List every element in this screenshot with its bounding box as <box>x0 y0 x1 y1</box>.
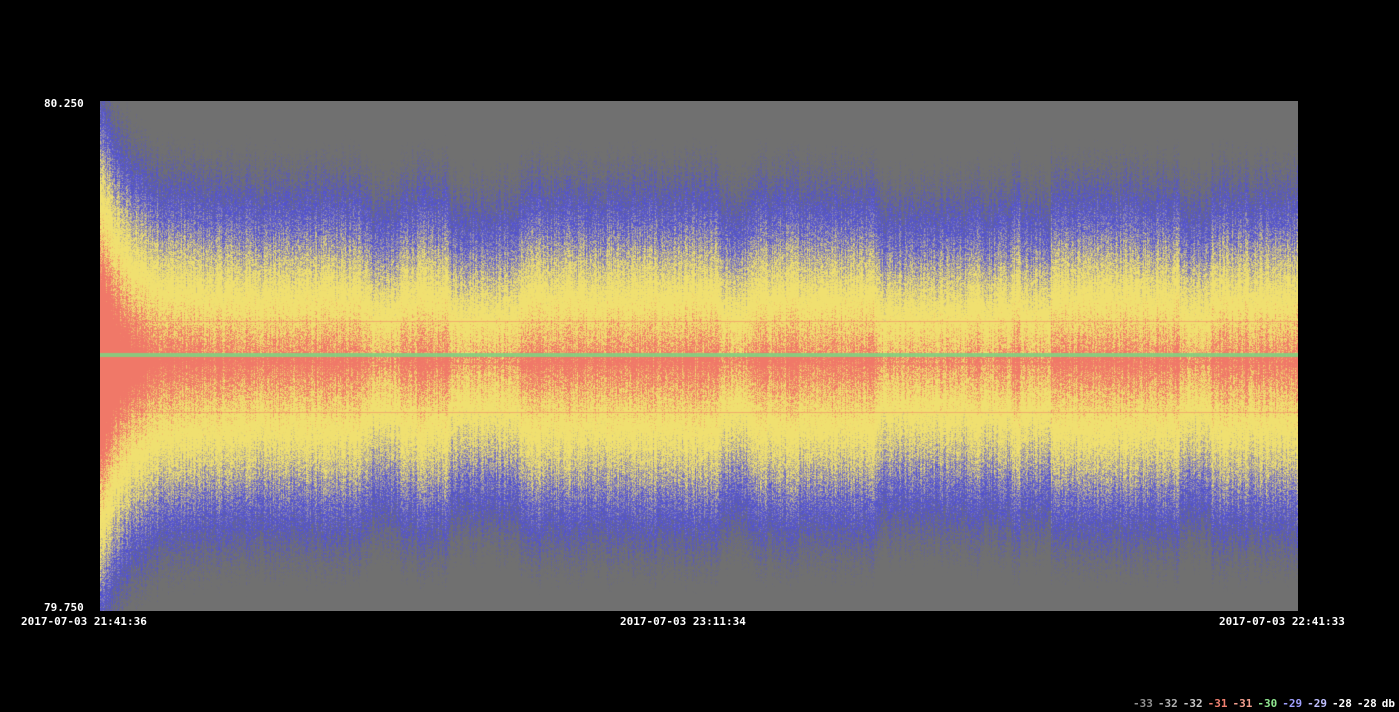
scale-label: -32 <box>1182 697 1203 710</box>
scale-label: -33 <box>1133 697 1153 710</box>
scale-label: -31 <box>1232 697 1253 710</box>
spectrogram-waterfall <box>100 101 1298 611</box>
scale-label: -30 <box>1257 697 1278 710</box>
x-axis-label-end: 2017-07-03 22:41:33 <box>1219 615 1345 628</box>
scale-label: -29 <box>1282 697 1303 710</box>
spectrogram-canvas <box>100 101 1298 611</box>
y-axis-bottom-label: 79.750 <box>44 601 84 614</box>
scale-label: -28 <box>1332 697 1352 710</box>
y-axis-top-label: 80.250 <box>44 97 84 110</box>
db-color-scale: -33 -32 -32 -31 -31 -30 -29 -29 -28 -28 db <box>1128 697 1395 710</box>
x-axis-label-middle: 2017-07-03 23:11:34 <box>620 615 746 628</box>
scale-label: -28 <box>1356 697 1377 710</box>
scale-label: -32 <box>1157 697 1178 710</box>
scale-unit: db <box>1381 697 1395 710</box>
scale-label: -31 <box>1207 697 1228 710</box>
scale-label: -29 <box>1307 697 1327 710</box>
x-axis-label-start: 2017-07-03 21:41:36 <box>21 615 147 628</box>
